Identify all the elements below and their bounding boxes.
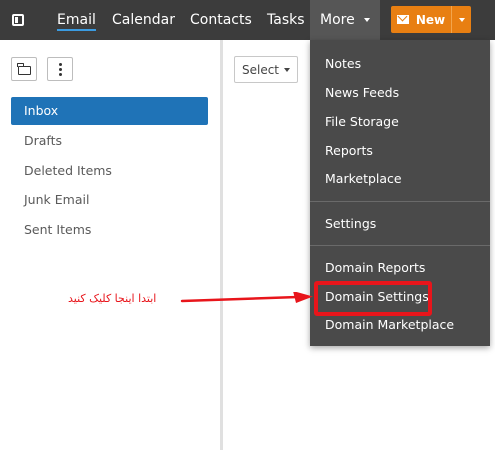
select-label: Select — [241, 62, 280, 77]
nav-tab-contacts[interactable]: Contacts — [190, 0, 252, 40]
menu-item-settings[interactable]: Settings — [325, 214, 376, 234]
mail-icon — [396, 15, 409, 24]
nav-tab-label: Contacts — [190, 12, 252, 28]
folder-deleted-items[interactable]: Deleted Items — [11, 157, 208, 185]
select-dropdown-button[interactable]: Select — [234, 56, 298, 83]
chevron-down-icon — [284, 67, 291, 72]
nav-tab-calendar[interactable]: Calendar — [112, 0, 175, 40]
sidebar-toggle-icon — [12, 14, 24, 26]
menu-item-domain-marketplace[interactable]: Domain Marketplace — [325, 315, 454, 335]
kebab-menu-icon — [58, 62, 62, 76]
annotation-text: ابتدا اینجا کلیک کنید — [68, 292, 157, 305]
new-dropdown-button[interactable] — [451, 6, 471, 33]
new-folder-button[interactable] — [11, 57, 37, 81]
nav-tab-email[interactable]: Email — [57, 0, 96, 40]
folder-inbox[interactable]: Inbox — [11, 97, 208, 125]
annotation-arrow-icon — [180, 292, 313, 303]
nav-tab-tasks[interactable]: Tasks — [267, 0, 305, 40]
new-button-label: New — [415, 12, 446, 27]
menu-item-reports[interactable]: Reports — [325, 141, 373, 161]
nav-more-menu-button[interactable]: More — [310, 0, 381, 40]
menu-item-news-feeds[interactable]: News Feeds — [325, 83, 399, 103]
chevron-down-icon — [458, 17, 465, 22]
nav-more-label: More — [320, 12, 355, 28]
nav-tab-label: Tasks — [267, 12, 305, 28]
menu-item-notes[interactable]: Notes — [325, 54, 361, 74]
menu-divider — [310, 201, 490, 202]
more-options-button[interactable] — [47, 57, 73, 81]
folder-sidebar: Inbox Drafts Deleted Items Junk Email Se… — [0, 40, 223, 450]
folder-icon — [17, 62, 31, 75]
folder-drafts[interactable]: Drafts — [11, 127, 208, 155]
top-navigation-bar: Email Calendar Contacts Tasks More New — [0, 0, 495, 40]
nav-tab-label: Calendar — [112, 12, 175, 28]
sidebar-toggle-button[interactable] — [0, 0, 36, 40]
menu-divider — [310, 245, 490, 246]
menu-item-file-storage[interactable]: File Storage — [325, 112, 399, 132]
annotation-highlight-box — [314, 281, 432, 316]
nav-tab-label: Email — [57, 12, 96, 31]
new-email-button[interactable]: New — [391, 6, 451, 33]
menu-item-domain-reports[interactable]: Domain Reports — [325, 258, 425, 278]
folder-junk-email[interactable]: Junk Email — [11, 186, 208, 214]
menu-item-marketplace[interactable]: Marketplace — [325, 169, 402, 189]
new-button-group: New — [391, 6, 471, 33]
folder-sent-items[interactable]: Sent Items — [11, 216, 208, 244]
chevron-down-icon — [364, 18, 371, 22]
